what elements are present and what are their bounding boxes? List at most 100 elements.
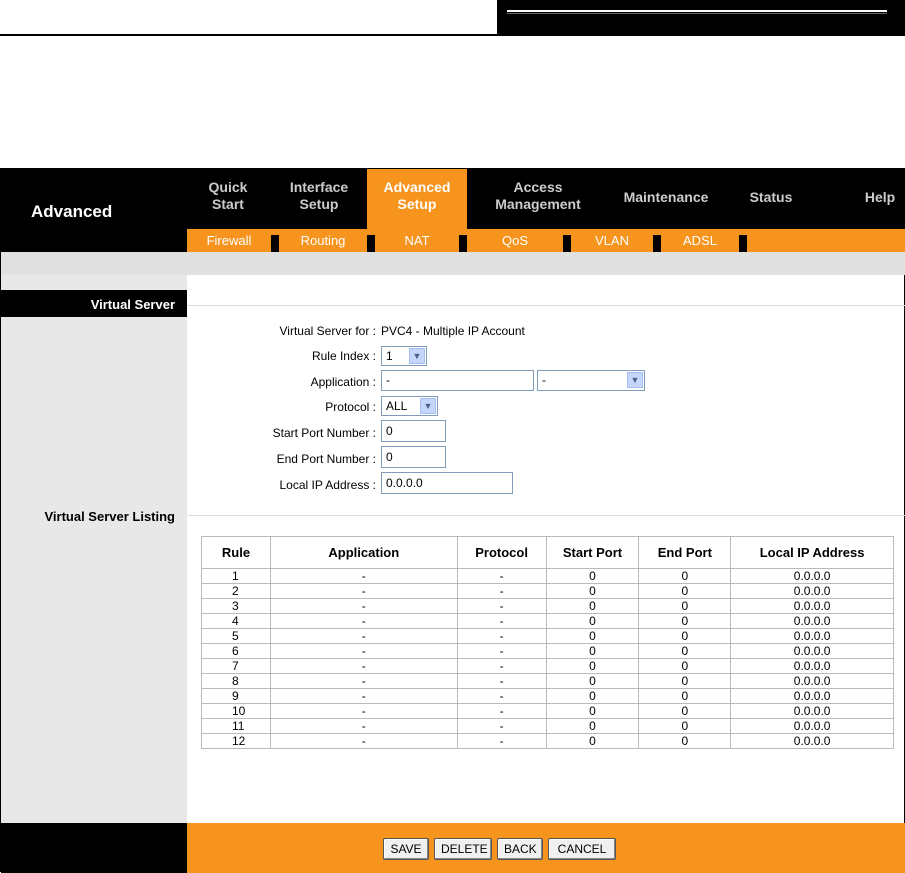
table-cell: - — [269, 673, 458, 689]
table-row: 2- -0 0 0.0.0.0 — [201, 583, 894, 599]
table-cell: - — [456, 613, 547, 629]
table-cell: - — [456, 733, 547, 749]
table-row: 1- -0 0 0.0.0.0 — [201, 568, 894, 584]
table-cell: 9 — [201, 688, 271, 704]
table-cell: 0 — [638, 733, 732, 749]
table-cell: - — [456, 628, 547, 644]
footer-action-bar: SAVE DELETE BACK CANCEL — [187, 823, 905, 873]
column-header: Rule — [201, 536, 271, 569]
tab-help[interactable]: Help — [855, 189, 905, 206]
left-label-column — [1, 275, 187, 823]
table-cell: 2 — [201, 583, 271, 599]
table-row: 5- -0 0 0.0.0.0 — [201, 628, 894, 644]
table-cell: - — [269, 598, 458, 614]
column-header: End Port — [638, 536, 732, 569]
column-header: Protocol — [456, 536, 547, 569]
table-cell: 0 — [638, 628, 732, 644]
table-cell: 0 — [638, 613, 732, 629]
table-cell: 0 — [545, 673, 640, 689]
chevron-down-icon: ▼ — [420, 398, 436, 414]
table-cell: 1 — [201, 568, 271, 584]
rule-index-label: Rule Index : — [311, 349, 376, 363]
table-cell: 0 — [638, 583, 732, 599]
section-label-virtual-server-listing: Virtual Server Listing — [44, 509, 175, 524]
tab-quick-start[interactable]: Quick Start — [197, 179, 259, 213]
table-cell: 0.0.0.0 — [730, 688, 894, 704]
table-cell: 3 — [201, 598, 271, 614]
router-admin-frame: Advanced Quick Start Interface Setup Advan… — [0, 168, 905, 873]
table-cell: 0 — [545, 643, 640, 659]
table-cell: 0.0.0.0 — [730, 568, 894, 584]
start-port-label: Start Port Number : — [272, 426, 376, 440]
subtab-routing[interactable]: Routing — [279, 229, 367, 252]
tab-maintenance[interactable]: Maintenance — [611, 189, 721, 206]
protocol-label: Protocol : — [325, 400, 376, 414]
table-cell: 10 — [201, 703, 271, 719]
table-row: 11- -0 0 0.0.0.0 — [201, 718, 894, 734]
section-divider — [187, 515, 905, 516]
table-cell: - — [456, 598, 547, 614]
tab-interface-setup[interactable]: Interface Setup — [279, 179, 359, 213]
application-select[interactable]: - ▼ — [537, 370, 645, 391]
application-input[interactable]: - — [381, 370, 534, 391]
table-cell: - — [456, 658, 547, 674]
table-cell: 0 — [545, 568, 640, 584]
subtab-qos[interactable]: QoS — [467, 229, 563, 252]
table-cell: 12 — [201, 733, 271, 749]
table-cell: - — [269, 733, 458, 749]
start-port-input[interactable]: 0 — [381, 420, 446, 442]
column-header: Local IP Address — [730, 536, 894, 569]
table-cell: 0 — [638, 673, 732, 689]
subtab-adsl[interactable]: ADSL — [661, 229, 739, 252]
table-cell: 0 — [638, 598, 732, 614]
table-cell: - — [269, 688, 458, 704]
table-cell: 0.0.0.0 — [730, 613, 894, 629]
table-cell: - — [269, 568, 458, 584]
table-header-row: Rule Application Protocol Start Port End… — [201, 536, 894, 569]
table-cell: 4 — [201, 613, 271, 629]
table-cell: 0.0.0.0 — [730, 718, 894, 734]
table-row: 3- -0 0 0.0.0.0 — [201, 598, 894, 614]
tab-advanced-setup[interactable]: Advanced Setup — [367, 169, 467, 229]
subtab-vlan[interactable]: VLAN — [571, 229, 653, 252]
table-cell: - — [269, 658, 458, 674]
table-cell: - — [269, 613, 458, 629]
section-divider — [187, 305, 905, 306]
table-cell: 0 — [638, 568, 732, 584]
table-cell: 0 — [545, 688, 640, 704]
footer-left-block — [1, 823, 187, 873]
table-cell: 0 — [545, 718, 640, 734]
save-button[interactable]: SAVE — [383, 838, 429, 860]
end-port-input[interactable]: 0 — [381, 446, 446, 468]
table-cell: 0 — [638, 658, 732, 674]
table-cell: 0 — [545, 733, 640, 749]
delete-button[interactable]: DELETE — [434, 838, 492, 860]
table-cell: 0.0.0.0 — [730, 658, 894, 674]
table-cell: 0.0.0.0 — [730, 703, 894, 719]
header-divider-band — [1, 252, 905, 275]
table-cell: - — [456, 688, 547, 704]
top-navigation: Quick Start Interface Setup Advanced Setup … — [187, 169, 905, 229]
table-cell: 8 — [201, 673, 271, 689]
table-cell: 0.0.0.0 — [730, 598, 894, 614]
local-ip-input[interactable]: 0.0.0.0 — [381, 472, 513, 494]
tab-status[interactable]: Status — [735, 189, 807, 206]
cancel-button[interactable]: CANCEL — [548, 838, 616, 860]
table-row: 4- -0 0 0.0.0.0 — [201, 613, 894, 629]
subtab-nat[interactable]: NAT — [375, 229, 459, 252]
table-cell: 0 — [545, 703, 640, 719]
virtual-server-for-label: Virtual Server for : — [279, 324, 376, 338]
chevron-down-icon: ▼ — [409, 348, 425, 364]
tab-access-management[interactable]: Access Management — [475, 179, 601, 213]
table-row: 12- -0 0 0.0.0.0 — [201, 733, 894, 749]
table-cell: 0.0.0.0 — [730, 628, 894, 644]
table-cell: 0 — [638, 688, 732, 704]
table-cell: - — [269, 718, 458, 734]
back-button[interactable]: BACK — [497, 838, 543, 860]
protocol-select[interactable]: ALL ▼ — [381, 396, 438, 416]
subtab-firewall[interactable]: Firewall — [187, 229, 271, 252]
table-cell: 0 — [545, 628, 640, 644]
rule-index-select[interactable]: 1 ▼ — [381, 346, 427, 366]
column-header: Start Port — [545, 536, 640, 569]
table-cell: 0.0.0.0 — [730, 733, 894, 749]
